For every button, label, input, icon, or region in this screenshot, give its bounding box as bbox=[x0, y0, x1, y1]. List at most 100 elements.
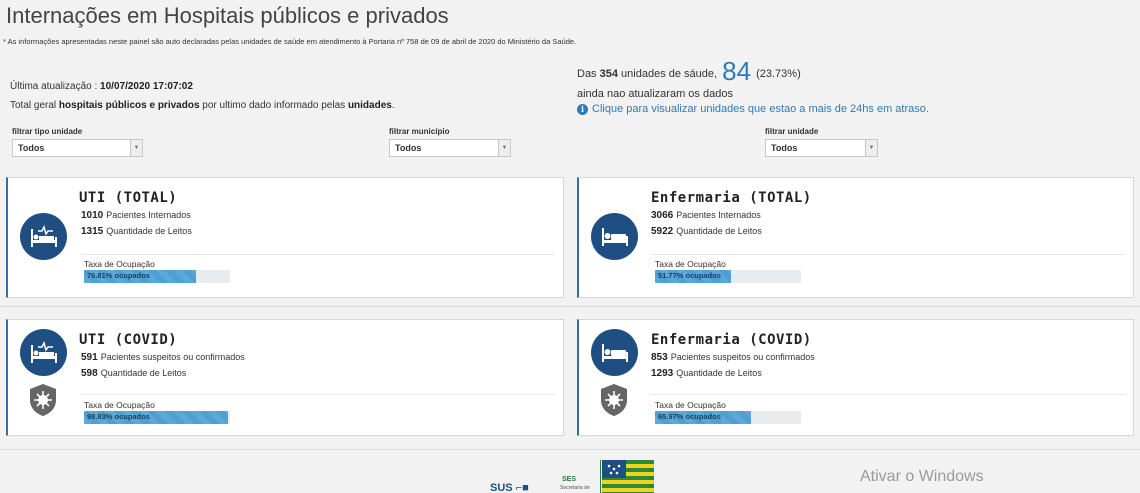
filter-unidade-select[interactable]: Todos ▼ bbox=[765, 139, 878, 157]
disclaimer-note: * As informações apresentadas neste pain… bbox=[3, 37, 577, 46]
card-uti-covid: UTI (COVID) 591 Pacientes suspeitos ou co… bbox=[6, 319, 564, 436]
windows-activation-watermark: Ativar o Windows bbox=[860, 468, 984, 485]
chevron-down-icon[interactable]: ▼ bbox=[130, 140, 142, 156]
chevron-down-icon[interactable]: ▼ bbox=[865, 140, 877, 156]
occupancy-text: 51.77% ocupados bbox=[658, 271, 721, 280]
ses-subtitle: Secretaria de bbox=[560, 485, 590, 491]
last-update: Última atualização : 10/07/2020 17:07:02 bbox=[10, 81, 193, 92]
filter-municipio-select[interactable]: Todos ▼ bbox=[389, 139, 511, 157]
patients-label: Pacientes Internados bbox=[106, 210, 191, 220]
filter-municipio: filtrar município Todos ▼ bbox=[389, 127, 511, 157]
last-update-label: Última atualização : bbox=[10, 81, 101, 92]
beds-count: 598 bbox=[81, 368, 98, 379]
patients-count: 591 bbox=[81, 352, 98, 363]
filter-tipo-unidade-select[interactable]: Todos ▼ bbox=[12, 139, 143, 157]
beds-count: 1293 bbox=[651, 368, 674, 379]
card-title: UTI (TOTAL) bbox=[79, 190, 178, 206]
beds-row: 1315 Quantidade de Leitos bbox=[81, 226, 192, 237]
divider bbox=[81, 394, 555, 395]
beds-count: 5922 bbox=[651, 226, 674, 237]
icu-bed-icon bbox=[20, 329, 67, 376]
beds-label: Quantidade de Leitos bbox=[676, 368, 762, 378]
virus-shield-icon bbox=[30, 384, 56, 416]
units-line-1: Das 354 unidades de sáude, 84 (23.73%) bbox=[577, 56, 997, 87]
divider bbox=[81, 254, 555, 255]
total-text-end: . bbox=[391, 100, 395, 111]
divider bbox=[651, 254, 1125, 255]
card-title: Enfermaria (COVID) bbox=[651, 332, 812, 348]
bed-icon bbox=[591, 329, 638, 376]
units-mid: unidades de sáude, bbox=[617, 68, 721, 80]
ses-logo: SES bbox=[562, 476, 577, 483]
info-circle-icon: i bbox=[577, 103, 588, 115]
goias-flag-logo bbox=[602, 460, 654, 493]
patients-row: 1010 Pacientes Internados bbox=[81, 210, 191, 221]
units-summary: Das 354 unidades de sáude, 84 (23.73%) a… bbox=[577, 56, 997, 115]
filter-tipo-unidade: filtrar tipo unidade Todos ▼ bbox=[12, 127, 143, 157]
patients-label: Pacientes Internados bbox=[676, 210, 761, 220]
occupancy-bar: 76.81% ocupados bbox=[84, 270, 230, 283]
page-title: Internações em Hospitais públicos e priv… bbox=[6, 3, 449, 28]
patients-count: 1010 bbox=[81, 210, 104, 221]
occupancy-text: 65.97% ocupados bbox=[658, 412, 721, 421]
patients-row: 3066 Pacientes Internados bbox=[651, 210, 761, 221]
section-divider bbox=[0, 306, 1140, 307]
patients-label: Pacientes suspeitos ou confirmados bbox=[670, 352, 815, 362]
total-text-bold: hospitais públicos e privados bbox=[58, 100, 200, 111]
filter-municipio-value: Todos bbox=[395, 143, 422, 153]
total-text-2: por ultimo dado informado pelas bbox=[199, 100, 348, 111]
icu-bed-icon bbox=[20, 213, 67, 260]
card-uti-total: UTI (TOTAL) 1010 Pacientes Internados 131… bbox=[6, 177, 564, 298]
units-late-count: 84 bbox=[722, 56, 752, 86]
patients-row: 853 Pacientes suspeitos ou confirmados bbox=[651, 352, 815, 363]
sus-logo-text: SUS bbox=[490, 482, 513, 493]
sus-logo: SUS ⌐■ bbox=[490, 482, 529, 493]
filter-tipo-unidade-label: filtrar tipo unidade bbox=[12, 127, 83, 136]
occupancy-label: Taxa de Ocupação bbox=[84, 400, 155, 410]
total-description: Total geral hospitais públicos e privado… bbox=[10, 100, 395, 111]
beds-row: 5922 Quantidade de Leitos bbox=[651, 226, 762, 237]
total-text-1: Total geral bbox=[10, 100, 59, 111]
card-title: Enfermaria (TOTAL) bbox=[651, 190, 812, 206]
total-text-bold-2: unidades bbox=[347, 100, 392, 111]
virus-shield-icon bbox=[601, 384, 627, 416]
chevron-down-icon[interactable]: ▼ bbox=[498, 140, 510, 156]
logo-separator bbox=[600, 460, 601, 493]
footer-divider bbox=[0, 449, 1140, 450]
patients-row: 591 Pacientes suspeitos ou confirmados bbox=[81, 352, 245, 363]
patients-count: 3066 bbox=[651, 210, 674, 221]
occupancy-bar: 98.83% ocupados bbox=[84, 411, 230, 424]
filter-municipio-label: filtrar município bbox=[389, 127, 450, 136]
bed-icon bbox=[591, 213, 638, 260]
divider bbox=[651, 394, 1125, 395]
beds-row: 598 Quantidade de Leitos bbox=[81, 368, 186, 379]
occupancy-text: 98.83% ocupados bbox=[87, 412, 150, 421]
occupancy-label: Taxa de Ocupação bbox=[655, 400, 726, 410]
filter-unidade: filtrar unidade Todos ▼ bbox=[765, 127, 878, 157]
filter-unidade-value: Todos bbox=[771, 143, 798, 153]
occupancy-label: Taxa de Ocupação bbox=[84, 259, 155, 269]
card-enfermaria-covid: Enfermaria (COVID) 853 Pacientes suspeito… bbox=[577, 319, 1134, 436]
patients-label: Pacientes suspeitos ou confirmados bbox=[100, 352, 245, 362]
late-units-link[interactable]: i Clique para visualizar unidades que es… bbox=[577, 103, 997, 115]
occupancy-label: Taxa de Ocupação bbox=[655, 259, 726, 269]
beds-count: 1315 bbox=[81, 226, 104, 237]
card-title: UTI (COVID) bbox=[79, 332, 178, 348]
units-line-2: ainda nao atualizaram os dados bbox=[577, 88, 733, 100]
last-update-value: 10/07/2020 17:07:02 bbox=[100, 81, 193, 92]
late-units-link-text[interactable]: Clique para visualizar unidades que esta… bbox=[592, 103, 929, 115]
occupancy-bar: 65.97% ocupados bbox=[655, 411, 801, 424]
beds-label: Quantidade de Leitos bbox=[100, 368, 187, 378]
beds-label: Quantidade de Leitos bbox=[106, 226, 192, 236]
filter-unidade-label: filtrar unidade bbox=[765, 127, 819, 136]
units-late-pct: (23.73%) bbox=[753, 68, 801, 80]
beds-row: 1293 Quantidade de Leitos bbox=[651, 368, 762, 379]
filter-tipo-unidade-value: Todos bbox=[18, 143, 45, 153]
units-total: 354 bbox=[599, 68, 618, 80]
card-enfermaria-total: Enfermaria (TOTAL) 3066 Pacientes Interna… bbox=[577, 177, 1134, 298]
units-pre: Das bbox=[577, 68, 600, 80]
occupancy-bar: 51.77% ocupados bbox=[655, 270, 801, 283]
beds-label: Quantidade de Leitos bbox=[676, 226, 762, 236]
occupancy-text: 76.81% ocupados bbox=[87, 271, 150, 280]
patients-count: 853 bbox=[651, 352, 668, 363]
